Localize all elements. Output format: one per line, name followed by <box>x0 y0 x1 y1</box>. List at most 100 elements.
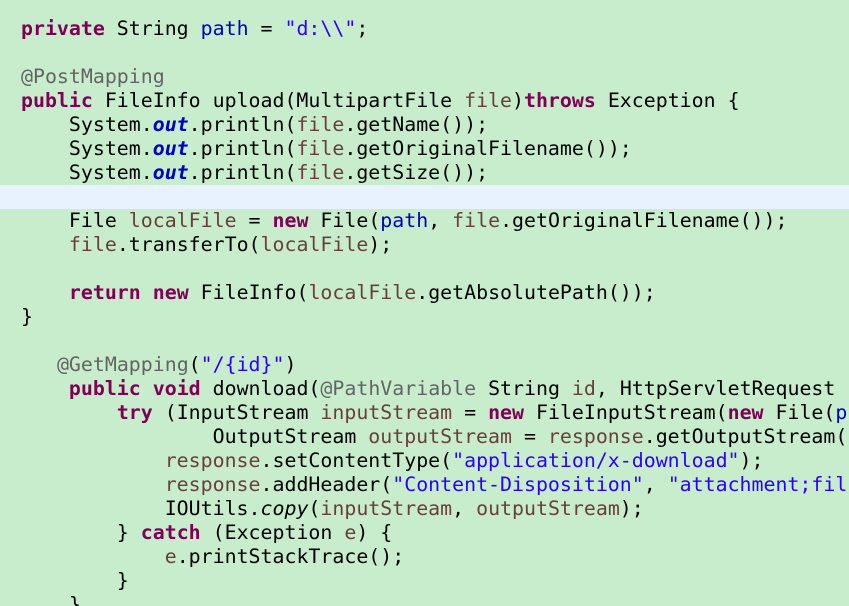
code-token-param: e <box>164 545 177 568</box>
code-token-plain: = <box>511 425 548 448</box>
code-token-plain: ) <box>284 353 297 376</box>
code-line[interactable]: @PostMapping <box>0 65 849 89</box>
code-token-plain: .println( <box>188 113 297 136</box>
code-token-param: file <box>464 89 512 112</box>
code-token-plain: Exception { <box>595 89 740 112</box>
code-token-annotation: @PathVariable <box>320 377 477 400</box>
code-token-plain: .getOriginalFilename()); <box>500 209 788 232</box>
code-token-keyword: private <box>21 17 105 40</box>
code-token-param: id <box>571 377 596 400</box>
code-editor[interactable]: private String path = "d:\\"; @PostMappin… <box>0 0 849 606</box>
code-token-plain: = <box>236 209 273 232</box>
code-token-plain: FileInfo( <box>188 281 309 304</box>
code-token-plain: .println( <box>188 137 297 160</box>
code-token-local: inputStream <box>320 497 453 520</box>
code-token-param: response <box>164 473 261 496</box>
code-line[interactable]: e.printStackTrace(); <box>0 545 849 569</box>
code-token-field: path <box>200 17 249 40</box>
code-token-plain: OutputStream <box>21 425 369 448</box>
code-token-param: file <box>296 137 345 160</box>
code-token-plain: .addHeader( <box>260 473 393 496</box>
code-token-keyword: new <box>272 209 309 232</box>
code-token-plain: File( <box>308 209 381 232</box>
code-token-plain: String <box>104 17 201 40</box>
code-token-plain: System. <box>21 137 153 160</box>
code-token-param: file <box>296 113 345 136</box>
code-token-plain: = <box>248 17 285 40</box>
code-line[interactable]: OutputStream outputStream = response.get… <box>0 425 849 449</box>
code-token-keyword: public <box>68 377 141 400</box>
code-token-static-field: out <box>152 161 189 184</box>
code-token-annotation: @PostMapping <box>21 65 165 88</box>
code-line[interactable]: File localFile = new File(path, file.get… <box>0 209 849 233</box>
code-token-param: file <box>296 161 345 184</box>
code-token-plain: , <box>643 473 668 496</box>
code-token-local: localFile <box>308 281 417 304</box>
code-line[interactable]: public void download(@PathVariable Strin… <box>0 377 849 401</box>
code-token-plain: = <box>452 401 489 424</box>
code-line[interactable]: System.out.println(file.getSize()); <box>0 161 849 185</box>
code-token-string: "attachment;fil <box>667 473 848 496</box>
code-token-plain: String <box>476 377 572 400</box>
code-line[interactable]: return new FileInfo(localFile.getAbsolut… <box>0 281 849 305</box>
code-line[interactable]: System.out.println(file.getName()); <box>0 113 849 137</box>
code-line[interactable]: } <box>0 305 849 329</box>
code-line[interactable]: file.transferTo(localFile); <box>0 233 849 257</box>
code-token-keyword: new <box>152 281 189 304</box>
code-token-plain: download( <box>200 377 321 400</box>
code-token-field: p <box>835 401 848 424</box>
code-line[interactable]: } catch (Exception e) { <box>0 521 849 545</box>
code-line[interactable]: response.setContentType("application/x-d… <box>0 449 849 473</box>
code-token-plain: .transferTo( <box>116 233 261 256</box>
code-token-plain: , <box>452 497 477 520</box>
code-token-plain: File( <box>763 401 836 424</box>
code-token-plain: .getOriginalFilename()); <box>344 137 632 160</box>
code-line[interactable]: System.out.println(file.getOriginalFilen… <box>0 137 849 161</box>
code-token-plain: (Exception <box>200 521 345 544</box>
code-token-param: e <box>344 521 357 544</box>
code-token-plain: ); <box>368 233 393 256</box>
code-token-string: "d:\\" <box>284 17 357 40</box>
code-line[interactable]: response.addHeader("Content-Disposition"… <box>0 473 849 497</box>
code-token-plain: ; <box>356 17 369 40</box>
code-token-keyword: new <box>488 401 525 424</box>
code-token-keyword: public <box>21 89 93 112</box>
code-token-param: response <box>164 449 261 472</box>
code-line[interactable]: private String path = "d:\\"; <box>0 17 849 41</box>
code-token-plain: ( <box>308 497 321 520</box>
code-token-plain: System. <box>21 113 153 136</box>
code-token-param: file <box>452 209 501 232</box>
code-token-local: outputStream <box>368 425 512 448</box>
code-line[interactable]: } <box>0 569 849 593</box>
code-line[interactable]: IOUtils.copy(inputStream, outputStream); <box>0 497 849 521</box>
code-token-plain: } <box>21 305 33 328</box>
code-token-plain: } <box>21 521 141 544</box>
code-line-current[interactable] <box>0 185 849 209</box>
code-line[interactable]: } <box>0 593 849 606</box>
code-token-static-method: copy <box>260 497 309 520</box>
code-line[interactable] <box>0 329 849 353</box>
code-token-plain: IOUtils. <box>21 497 261 520</box>
code-token-plain: File <box>21 209 129 232</box>
code-line[interactable]: try (InputStream inputStream = new FileI… <box>0 401 849 425</box>
code-line[interactable] <box>0 257 849 281</box>
code-line[interactable]: public FileInfo upload(MultipartFile fil… <box>0 89 849 113</box>
code-line[interactable] <box>0 41 849 65</box>
code-token-plain: , <box>428 209 453 232</box>
code-token-static-field: out <box>152 137 189 160</box>
code-token-local: localFile <box>128 209 237 232</box>
code-token-plain: .getName()); <box>344 113 489 136</box>
code-token-plain: FileInputStream( <box>524 401 728 424</box>
code-token-keyword: catch <box>140 521 201 544</box>
code-token-plain: ) <box>512 89 524 112</box>
code-token-plain: ); <box>619 497 644 520</box>
code-token-plain: .println( <box>188 161 297 184</box>
code-token-plain: .getSize()); <box>344 161 489 184</box>
code-token-field: path <box>380 209 429 232</box>
code-line[interactable]: @GetMapping("/{id}") <box>0 353 849 377</box>
code-token-plain: FileInfo upload(MultipartFile <box>92 89 465 112</box>
